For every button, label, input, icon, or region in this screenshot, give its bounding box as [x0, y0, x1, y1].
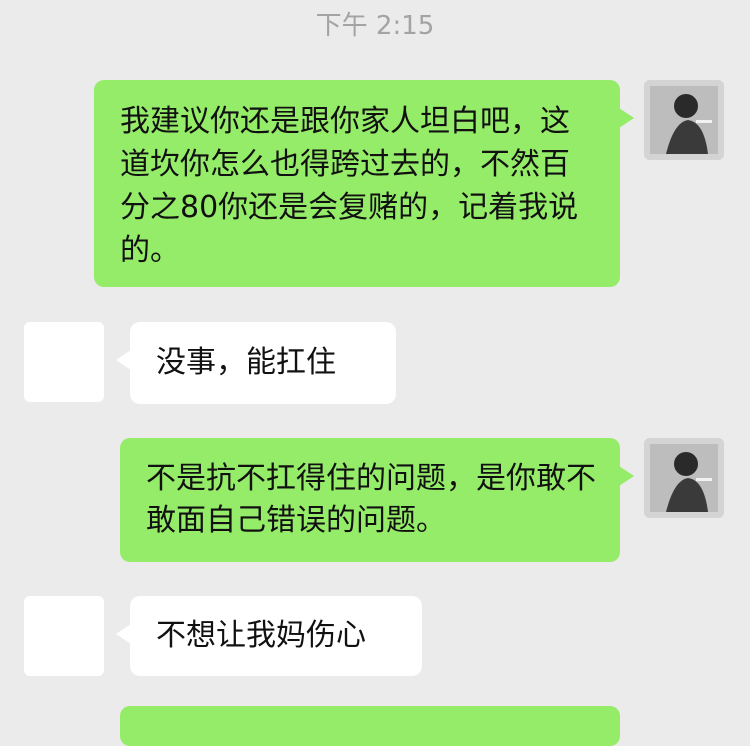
- message-text: 没事，能扛住: [156, 345, 336, 380]
- self-avatar-photo: [644, 438, 724, 518]
- message-bubble-sent[interactable]: 我建议你还是跟你家人坦白吧，这道坎你怎么也得跨过去的，不然百分之80你还是会复赌…: [94, 80, 634, 287]
- bubble-tail: [619, 108, 634, 128]
- chat-timestamp: 下午 2:15: [315, 11, 435, 41]
- message-bubble-received[interactable]: 没事，能扛住: [116, 322, 396, 404]
- bubble-tail: [116, 350, 131, 370]
- bubble-tail: [619, 466, 634, 486]
- contact-avatar[interactable]: [24, 596, 104, 676]
- contact-avatar[interactable]: [24, 322, 104, 402]
- self-avatar[interactable]: [644, 80, 724, 160]
- self-avatar-photo: [644, 80, 724, 160]
- self-avatar[interactable]: [644, 438, 724, 518]
- message-text: 不是抗不扛得住的问题，是你敢不敢面自己错误的问题。: [146, 461, 596, 538]
- bubble-tail: [116, 624, 131, 644]
- message-bubble-sent[interactable]: 不是抗不扛得住的问题，是你敢不敢面自己错误的问题。: [120, 438, 634, 562]
- message-bubble-received[interactable]: 不想让我妈伤心: [116, 596, 422, 676]
- message-bubble-sent-partial[interactable]: [120, 706, 620, 746]
- message-text: 不想让我妈伤心: [156, 618, 366, 653]
- message-text: 我建议你还是跟你家人坦白吧，这道坎你怎么也得跨过去的，不然百分之80你还是会复赌…: [120, 104, 579, 268]
